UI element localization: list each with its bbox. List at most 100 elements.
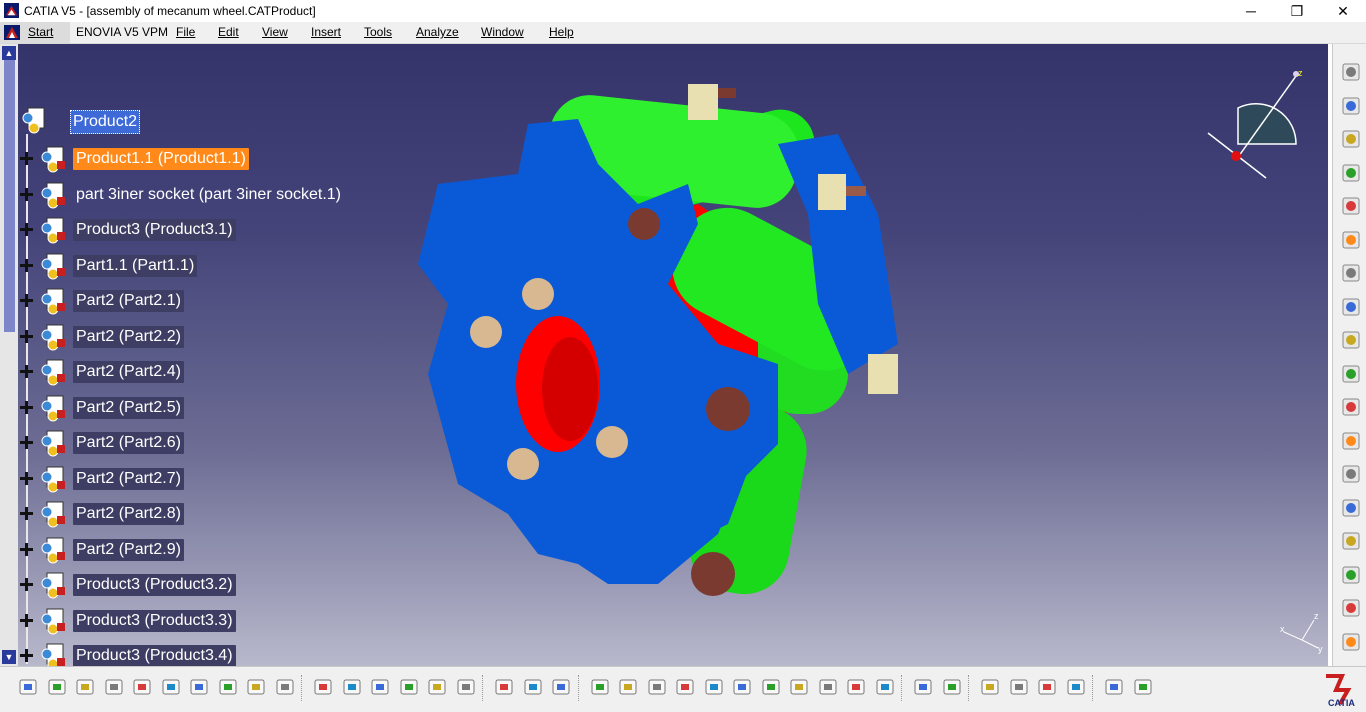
measure-item-icon[interactable] (1037, 677, 1057, 697)
select-arrow-icon[interactable] (1341, 230, 1361, 250)
close-button[interactable]: ✕ (1320, 0, 1366, 22)
expand-plus-icon[interactable] (20, 471, 33, 485)
zoom-out-icon[interactable] (647, 677, 667, 697)
camera-icon[interactable] (942, 677, 962, 697)
annotation-icon[interactable] (1341, 531, 1361, 551)
product-root-icon[interactable] (20, 106, 48, 136)
undo-icon[interactable] (218, 677, 238, 697)
product-node-icon[interactable] (39, 216, 67, 244)
comment-icon[interactable] (342, 677, 362, 697)
tree-node-label[interactable]: Part2 (Part2.9) (73, 538, 184, 561)
assembly-icon[interactable] (1341, 129, 1361, 149)
pan-icon[interactable] (551, 677, 571, 697)
expand-plus-icon[interactable] (20, 436, 33, 449)
tree-node-label[interactable]: Product3 (Product3.1) (73, 219, 236, 241)
menu-insert[interactable]: Insert (311, 25, 341, 39)
product-node-icon[interactable] (39, 465, 67, 493)
expand-plus-icon[interactable] (20, 187, 33, 201)
expand-plus-icon[interactable] (20, 152, 33, 165)
shading-icon[interactable] (761, 677, 781, 697)
tools-gear-icon[interactable] (1341, 632, 1361, 652)
capture-icon[interactable] (980, 677, 1000, 697)
paste-icon[interactable] (189, 677, 209, 697)
print-icon[interactable] (104, 677, 124, 697)
fit-all-icon[interactable] (523, 677, 543, 697)
swap-space-icon[interactable] (818, 677, 838, 697)
import-icon[interactable] (1341, 431, 1361, 451)
tree-root-label[interactable]: Product2 (70, 110, 141, 134)
compare-icon[interactable] (875, 677, 895, 697)
expand-plus-icon[interactable] (20, 294, 33, 307)
analysis-icon[interactable] (846, 677, 866, 697)
product-node-icon[interactable] (39, 429, 67, 457)
tree-node-label[interactable]: Product3 (Product3.4) (73, 645, 236, 666)
expand-plus-icon[interactable] (20, 329, 33, 343)
tree-scrollbar[interactable]: ▲ ▼ (0, 44, 18, 666)
fly-icon[interactable] (494, 677, 514, 697)
iso-view-icon[interactable] (732, 677, 752, 697)
product-node-icon[interactable] (39, 536, 67, 564)
open-icon[interactable] (47, 677, 67, 697)
product-node-icon[interactable] (39, 145, 67, 173)
product-node-icon[interactable] (39, 181, 67, 209)
expand-plus-icon[interactable] (20, 258, 33, 272)
scroll-down-arrow-icon[interactable]: ▼ (2, 650, 16, 664)
table-icon[interactable] (370, 677, 390, 697)
expand-plus-icon[interactable] (20, 542, 33, 556)
scroll-thumb[interactable] (4, 60, 15, 332)
update-icon[interactable] (1104, 677, 1124, 697)
tree-node-label[interactable]: Part2 (Part2.2) (73, 325, 184, 348)
tree-node-label[interactable]: part 3iner socket (part 3iner socket.1) (73, 184, 344, 206)
product-node-icon[interactable] (39, 394, 67, 422)
multi-view-icon[interactable] (704, 677, 724, 697)
product-node-icon[interactable] (39, 642, 67, 666)
eraser-icon[interactable] (1133, 677, 1153, 697)
tree-node-label[interactable]: Part2 (Part2.7) (73, 467, 184, 490)
tree-node-label[interactable]: Product3 (Product3.3) (73, 609, 236, 632)
explode-icon[interactable] (1341, 464, 1361, 484)
tree-node-label[interactable]: Part2 (Part2.1) (73, 290, 184, 312)
maximize-button[interactable]: ❐ (1274, 0, 1320, 22)
redo-icon[interactable] (246, 677, 266, 697)
scroll-up-arrow-icon[interactable]: ▲ (2, 46, 16, 60)
reorder-icon[interactable] (1341, 498, 1361, 518)
tree-node-label[interactable]: Product1.1 (Product1.1) (73, 148, 249, 170)
tree-node-label[interactable]: Part2 (Part2.8) (73, 503, 184, 525)
menu-edit[interactable]: Edit (218, 25, 239, 39)
mecanum-wheel-model[interactable] (398, 64, 938, 624)
whats-this-icon[interactable] (275, 677, 295, 697)
new-icon[interactable] (18, 677, 38, 697)
menu-view[interactable]: View (262, 25, 288, 39)
constraint-icon[interactable] (1341, 297, 1361, 317)
lock-icon[interactable] (427, 677, 447, 697)
product-node-icon[interactable] (39, 358, 67, 386)
expand-plus-icon[interactable] (20, 365, 33, 378)
tree-icon[interactable] (399, 677, 419, 697)
menu-window[interactable]: Window (481, 25, 524, 39)
fix-icon[interactable] (1341, 330, 1361, 350)
menu-file[interactable]: File (176, 25, 195, 39)
export-icon[interactable] (1341, 397, 1361, 417)
expand-plus-icon[interactable] (20, 223, 33, 236)
product-node-icon[interactable] (39, 571, 67, 599)
product-node-icon[interactable] (39, 500, 67, 528)
hide-show-icon[interactable] (789, 677, 809, 697)
expand-plus-icon[interactable] (20, 507, 33, 520)
zoom-in-icon[interactable] (618, 677, 638, 697)
gear-icon[interactable] (1341, 62, 1361, 82)
menu-tools[interactable]: Tools (364, 25, 392, 39)
expand-plus-icon[interactable] (20, 400, 33, 414)
menu-help[interactable]: Help (549, 25, 574, 39)
expand-plus-icon[interactable] (20, 649, 33, 662)
save-icon[interactable] (75, 677, 95, 697)
component-icon[interactable] (1341, 196, 1361, 216)
hierarchy-icon[interactable] (456, 677, 476, 697)
expand-plus-icon[interactable] (20, 578, 33, 591)
product-node-icon[interactable] (39, 607, 67, 635)
product-node-icon[interactable] (39, 252, 67, 280)
mass-icon[interactable] (1066, 677, 1086, 697)
catalog-icon[interactable] (1341, 565, 1361, 585)
product-node-icon[interactable] (39, 287, 67, 315)
compass-icon[interactable]: z (1198, 68, 1308, 188)
part-design-icon[interactable] (1341, 96, 1361, 116)
